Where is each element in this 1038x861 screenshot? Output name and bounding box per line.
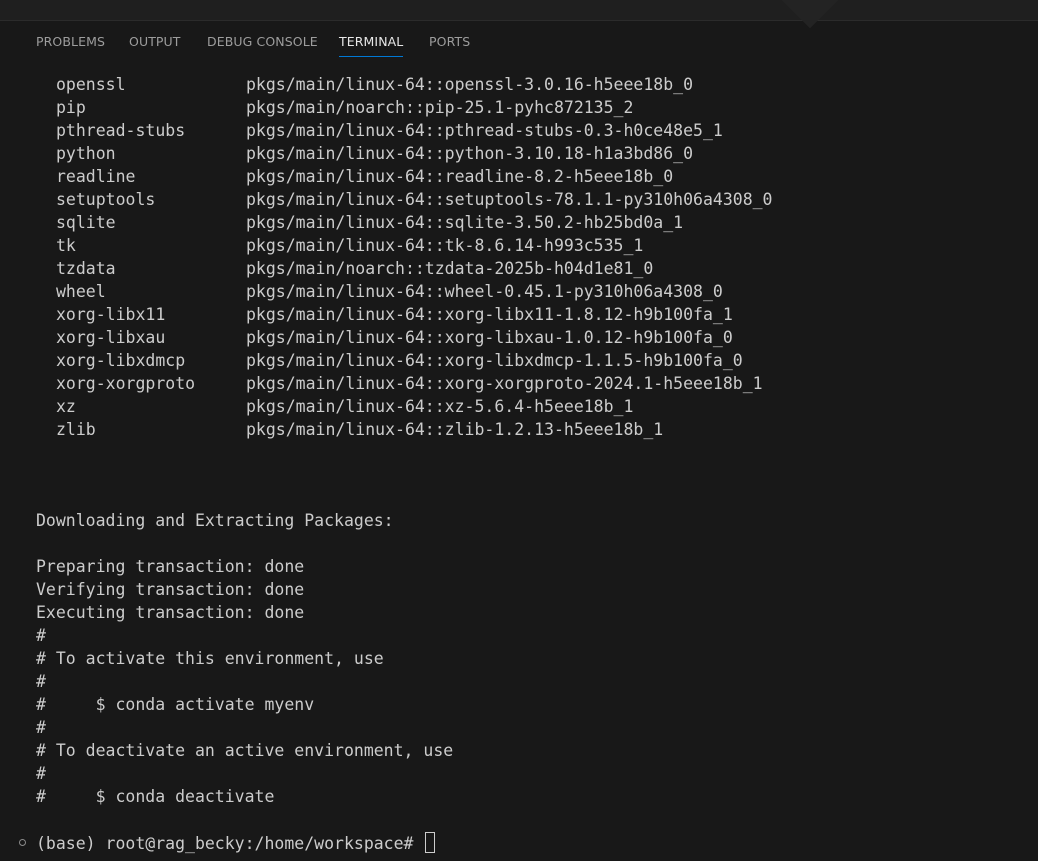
terminal-cursor bbox=[425, 832, 435, 853]
prompt-row: (base) root@rag_becky:/home/workspace# bbox=[0, 832, 1038, 855]
package-source: pkgs/main/linux-64::python-3.10.18-h1a3b… bbox=[246, 144, 694, 163]
package-source: pkgs/main/linux-64::readline-8.2-h5eee18… bbox=[246, 167, 674, 186]
package-name: setuptools bbox=[56, 190, 156, 209]
terminal-view[interactable]: openssl pkgs/main/linux-64::openssl-3.0.1… bbox=[0, 62, 1038, 861]
package-source: pkgs/main/linux-64::xorg-libx11-1.8.12-h… bbox=[246, 305, 733, 324]
package-source: pkgs/main/linux-64::tk-8.6.14-h993c535_1 bbox=[246, 236, 644, 255]
panel-tab-bar: PROBLEMS OUTPUT DEBUG CONSOLE TERMINAL P… bbox=[0, 21, 1038, 61]
package-source: pkgs/main/linux-64::sqlite-3.50.2-hb25bd… bbox=[246, 213, 684, 232]
package-name: tk bbox=[56, 236, 76, 255]
package-source: pkgs/main/noarch::pip-25.1-pyhc872135_2 bbox=[246, 98, 634, 117]
package-name: openssl bbox=[56, 75, 126, 94]
package-name: pthread-stubs bbox=[56, 121, 186, 140]
package-name: wheel bbox=[56, 282, 106, 301]
terminal-line: # To activate this environment, use bbox=[36, 649, 384, 668]
package-name: sqlite bbox=[56, 213, 116, 232]
package-source: pkgs/main/linux-64::xz-5.6.4-h5eee18b_1 bbox=[246, 397, 634, 416]
package-name: xorg-libxdmcp bbox=[56, 351, 186, 370]
package-name: readline bbox=[56, 167, 136, 186]
shell-prompt: (base) root@rag_becky:/home/workspace# bbox=[36, 834, 424, 853]
package-source: pkgs/main/linux-64::zlib-1.2.13-h5eee18b… bbox=[246, 420, 664, 439]
package-source: pkgs/main/linux-64::xorg-libxdmcp-1.1.5-… bbox=[246, 351, 743, 370]
tab-output[interactable]: OUTPUT bbox=[129, 34, 181, 56]
terminal-line: # bbox=[36, 672, 46, 691]
package-source: pkgs/main/linux-64::openssl-3.0.16-h5eee… bbox=[246, 75, 694, 94]
tab-ports[interactable]: PORTS bbox=[429, 34, 470, 56]
package-source: pkgs/main/linux-64::wheel-0.45.1-py310h0… bbox=[246, 282, 723, 301]
package-name: xorg-xorgproto bbox=[56, 374, 196, 393]
terminal-line: # bbox=[36, 626, 46, 645]
terminal-line: Preparing transaction: done bbox=[36, 557, 305, 576]
package-source: pkgs/main/linux-64::xorg-libxau-1.0.12-h… bbox=[246, 328, 733, 347]
terminal-line: Verifying transaction: done bbox=[36, 580, 305, 599]
package-name: xorg-libxau bbox=[56, 328, 166, 347]
terminal-line: # bbox=[36, 718, 46, 737]
terminal-line: # bbox=[36, 764, 46, 783]
package-name: python bbox=[56, 144, 116, 163]
package-source: pkgs/main/linux-64::setuptools-78.1.1-py… bbox=[246, 190, 773, 209]
package-source: pkgs/main/linux-64::xorg-xorgproto-2024.… bbox=[246, 374, 763, 393]
terminal-line: # $ conda activate myenv bbox=[36, 695, 315, 714]
terminal-line: # $ conda deactivate bbox=[36, 787, 275, 806]
terminal-line: Downloading and Extracting Packages: bbox=[36, 511, 394, 530]
command-decoration-icon[interactable] bbox=[19, 839, 26, 846]
package-name: pip bbox=[56, 98, 86, 117]
tab-terminal[interactable]: TERMINAL bbox=[339, 34, 404, 57]
package-name: zlib bbox=[56, 420, 96, 439]
editor-area-top bbox=[0, 0, 1038, 29]
package-source: pkgs/main/linux-64::pthread-stubs-0.3-h0… bbox=[246, 121, 723, 140]
tab-debug-console[interactable]: DEBUG CONSOLE bbox=[207, 34, 318, 56]
terminal-line: Executing transaction: done bbox=[36, 603, 305, 622]
package-name: xorg-libx11 bbox=[56, 305, 166, 324]
package-name: tzdata bbox=[56, 259, 116, 278]
package-name: xz bbox=[56, 397, 76, 416]
package-source: pkgs/main/noarch::tzdata-2025b-h04d1e81_… bbox=[246, 259, 654, 278]
tab-problems[interactable]: PROBLEMS bbox=[36, 34, 105, 56]
terminal-line: # To deactivate an active environment, u… bbox=[36, 741, 454, 760]
